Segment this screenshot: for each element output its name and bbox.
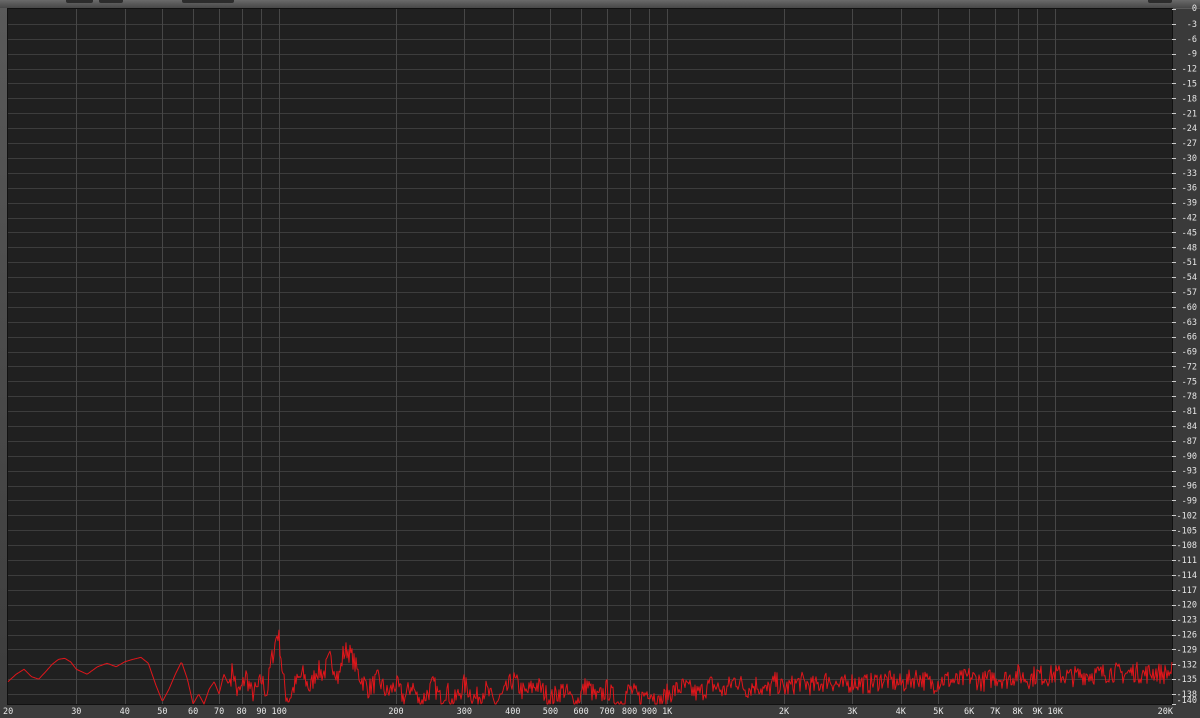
x-tick-label: 300 xyxy=(457,707,472,717)
x-tick-label: 70 xyxy=(214,707,224,717)
y-tick-label: -105 xyxy=(1177,526,1197,536)
y-tick-label: -36 xyxy=(1182,184,1197,194)
y-tick-label: -114 xyxy=(1177,571,1197,581)
x-tick-label: 500 xyxy=(543,707,558,717)
spectrum-analyzer: 0 -3 -6 -9 -12 -15 -18 -21 -24 -27 -30 -33 -36 -39 -42… xyxy=(0,0,1200,718)
y-tick-label: -66 xyxy=(1182,333,1197,343)
x-tick-label: 800 xyxy=(622,707,637,717)
y-tick-label: -140 xyxy=(1177,696,1197,706)
spectrum-chart: 0 -3 -6 -9 -12 -15 -18 -21 -24 -27 -30 -33 -36 -39 -42… xyxy=(0,4,1200,718)
y-tick-label: -60 xyxy=(1182,303,1197,313)
x-tick-label: 2K xyxy=(779,707,790,717)
y-tick-label: -78 xyxy=(1182,392,1197,402)
x-tick-label: 600 xyxy=(573,707,588,717)
y-tick-label: -30 xyxy=(1182,154,1197,164)
y-tick-label: -69 xyxy=(1182,348,1197,358)
y-tick-label: -57 xyxy=(1182,288,1197,298)
y-tick-label: -84 xyxy=(1182,422,1197,432)
x-tick-label: 1K xyxy=(662,707,673,717)
y-tick-label: -108 xyxy=(1177,541,1197,551)
y-tick-label: -96 xyxy=(1182,482,1197,492)
y-tick-label: -3 xyxy=(1187,20,1197,30)
x-tick-label: 60 xyxy=(188,707,198,717)
x-tick-label: 200 xyxy=(388,707,403,717)
x-tick-label: 50 xyxy=(157,707,167,717)
y-tick-label: -75 xyxy=(1182,377,1197,387)
y-tick-label: -81 xyxy=(1182,407,1197,417)
x-tick-label: 8K xyxy=(1012,707,1023,717)
y-tick-label: -126 xyxy=(1177,631,1197,641)
x-tick-label: 700 xyxy=(599,707,614,717)
x-tick-label: 3K xyxy=(847,707,858,717)
x-tick-label: 20K xyxy=(1158,707,1174,717)
y-tick-label: -6 xyxy=(1187,35,1197,45)
y-tick-label: -87 xyxy=(1182,437,1197,447)
y-tick-label: -120 xyxy=(1177,601,1197,611)
y-tick-label: -15 xyxy=(1182,79,1197,89)
y-tick-label: -99 xyxy=(1182,496,1197,506)
y-tick-label: -102 xyxy=(1177,511,1197,521)
y-tick-label: -21 xyxy=(1182,109,1197,119)
x-tick-label: 80 xyxy=(236,707,246,717)
x-tick-label: 900 xyxy=(642,707,657,717)
y-tick-label: -51 xyxy=(1182,258,1197,268)
y-tick-label: -54 xyxy=(1182,273,1197,283)
y-tick-label: -24 xyxy=(1182,124,1197,134)
x-tick-label: 100 xyxy=(272,707,287,717)
y-tick-label: -129 xyxy=(1177,645,1197,655)
y-tick-label: -123 xyxy=(1177,616,1197,626)
y-tick-label: -45 xyxy=(1182,228,1197,238)
y-tick-label: -132 xyxy=(1177,660,1197,670)
y-tick-label: -12 xyxy=(1182,65,1197,75)
y-tick-label: -63 xyxy=(1182,318,1197,328)
y-tick-label: -135 xyxy=(1177,675,1197,685)
y-tick-label: -72 xyxy=(1182,362,1197,372)
x-tick-label: 4K xyxy=(896,707,907,717)
y-tick-label: -90 xyxy=(1182,452,1197,462)
x-tick-label: 7K xyxy=(990,707,1001,717)
y-tick-label: -111 xyxy=(1177,556,1197,566)
y-tick-label: -48 xyxy=(1182,243,1197,253)
y-tick-label: -93 xyxy=(1182,467,1197,477)
x-tick-label: 20 xyxy=(3,707,13,717)
x-tick-label: 30 xyxy=(71,707,81,717)
x-tick-label: 10K xyxy=(1048,707,1064,717)
x-tick-label: 5K xyxy=(933,707,944,717)
x-tick-label: 400 xyxy=(505,707,520,717)
y-tick-label: 0 xyxy=(1192,4,1197,14)
x-tick-label: 40 xyxy=(120,707,130,717)
x-tick-label: 90 xyxy=(256,707,266,717)
x-tick-label: 6K xyxy=(964,707,975,717)
y-tick-label: -33 xyxy=(1182,169,1197,179)
y-tick-label: -39 xyxy=(1182,199,1197,209)
y-tick-label: -42 xyxy=(1182,214,1197,224)
x-tick-label: 9K xyxy=(1032,707,1043,717)
y-tick-label: -9 xyxy=(1187,50,1197,60)
y-tick-label: -18 xyxy=(1182,94,1197,104)
y-tick-label: -117 xyxy=(1177,586,1197,596)
y-tick-label: -27 xyxy=(1182,139,1197,149)
